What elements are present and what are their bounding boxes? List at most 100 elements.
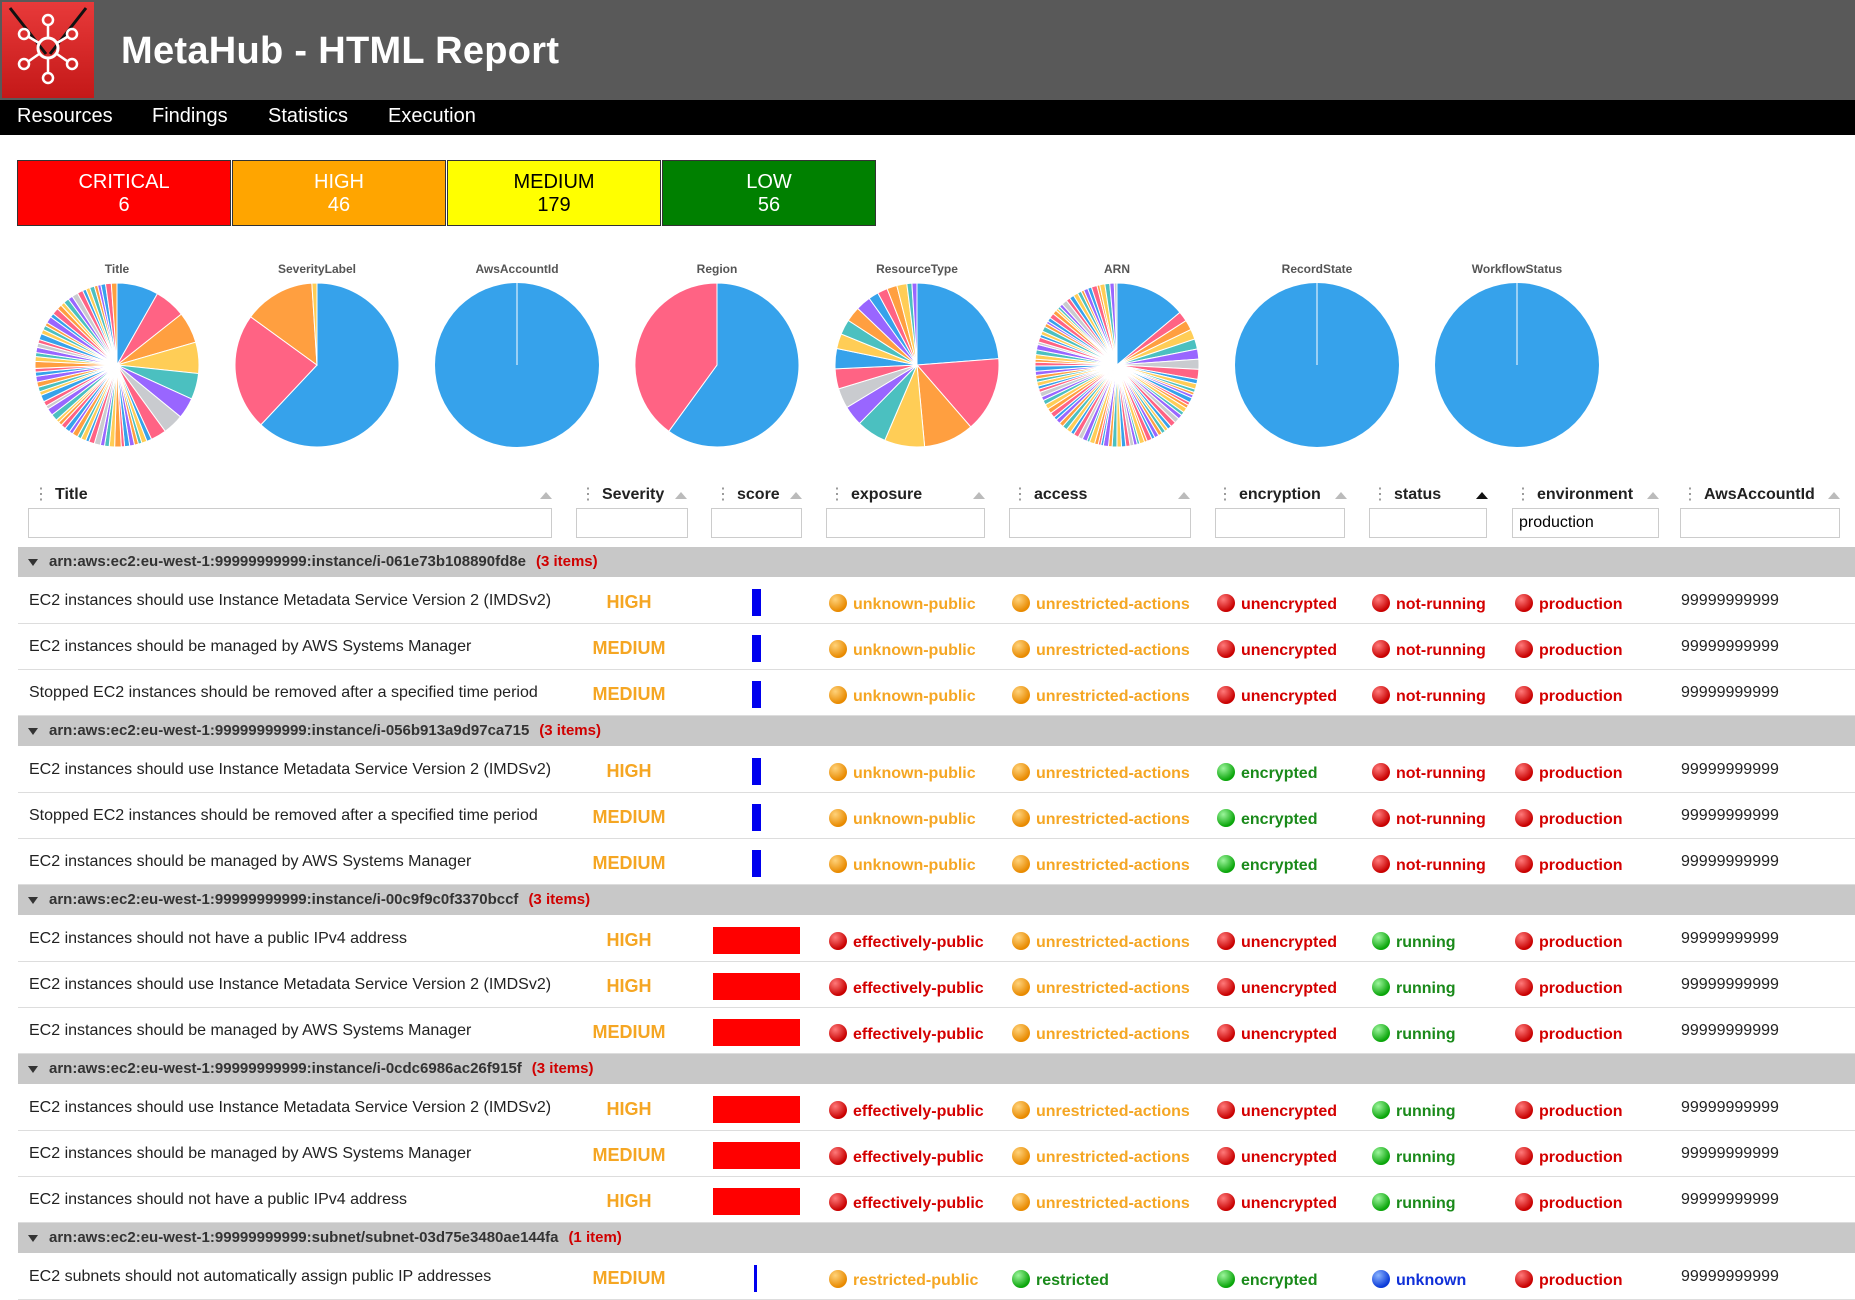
nav-findings[interactable]: Findings xyxy=(152,105,228,128)
filter-environment-input[interactable] xyxy=(1512,508,1659,538)
metahub-logo-icon[interactable] xyxy=(2,2,94,98)
table-row[interactable]: Stopped EC2 instances should be removed … xyxy=(18,670,1855,716)
filter-awsaccountid-input[interactable] xyxy=(1680,508,1840,538)
column-header-access[interactable]: ⋮ access xyxy=(1012,484,1087,504)
collapse-caret-icon[interactable] xyxy=(28,559,38,566)
table-row[interactable]: EC2 instances should not have a public I… xyxy=(18,1177,1855,1223)
severity-box-low[interactable]: LOW 56 xyxy=(662,160,876,226)
drag-handle-icon[interactable]: ⋮ xyxy=(1682,486,1698,503)
table-row[interactable]: EC2 instances should use Instance Metada… xyxy=(18,962,1855,1008)
group-row[interactable]: arn:aws:ec2:eu-west-1:99999999999:instan… xyxy=(18,547,1855,577)
status-dot-icon xyxy=(1515,686,1533,704)
drag-handle-icon[interactable]: ⋮ xyxy=(1217,486,1233,503)
status-badge: unknown xyxy=(1372,1270,1466,1290)
filter-exposure-input[interactable] xyxy=(826,508,985,538)
table-row[interactable]: EC2 instances should not have a public I… xyxy=(18,916,1855,962)
table-row[interactable]: Stopped EC2 instances should be removed … xyxy=(18,793,1855,839)
collapse-caret-icon[interactable] xyxy=(28,897,38,904)
account-id: 99999999999 xyxy=(1681,638,1779,655)
status-dot-icon xyxy=(829,932,847,950)
status-badge: running xyxy=(1372,1024,1456,1044)
pie-chart-resourcetype: ResourceType xyxy=(822,262,1012,450)
severity-label: HIGH xyxy=(314,171,364,193)
access-value: unrestricted-actions xyxy=(1036,688,1190,705)
table-row[interactable]: EC2 instances should be managed by AWS S… xyxy=(18,1131,1855,1177)
sort-arrow-icon[interactable] xyxy=(1828,492,1840,499)
sort-arrow-icon[interactable] xyxy=(1476,492,1488,499)
table-row[interactable]: EC2 subnets should not automatically ass… xyxy=(18,1254,1855,1300)
column-header-severity[interactable]: ⋮ Severity xyxy=(580,484,664,504)
status-dot-icon xyxy=(1372,594,1390,612)
account-id: 99999999999 xyxy=(1681,1022,1779,1039)
environment-value: production xyxy=(1539,642,1623,659)
sort-arrow-icon[interactable] xyxy=(1335,492,1347,499)
table-row[interactable]: EC2 instances should be managed by AWS S… xyxy=(18,624,1855,670)
group-row[interactable]: arn:aws:ec2:eu-west-1:99999999999:subnet… xyxy=(18,1223,1855,1253)
status-dot-icon xyxy=(1372,978,1390,996)
sort-arrow-icon[interactable] xyxy=(1178,492,1190,499)
drag-handle-icon[interactable]: ⋮ xyxy=(715,486,731,503)
column-header-exposure[interactable]: ⋮ exposure xyxy=(829,484,922,504)
table-row[interactable]: EC2 instances should use Instance Metada… xyxy=(18,578,1855,624)
pie-svg xyxy=(435,283,599,447)
pie-chart-title: Title xyxy=(22,262,212,450)
drag-handle-icon[interactable]: ⋮ xyxy=(33,486,49,503)
environment-badge: production xyxy=(1515,1147,1623,1167)
collapse-caret-icon[interactable] xyxy=(28,728,38,735)
sort-arrow-icon[interactable] xyxy=(540,492,552,499)
sort-arrow-icon[interactable] xyxy=(1647,492,1659,499)
group-arn-text: arn:aws:ec2:eu-west-1:99999999999:instan… xyxy=(49,722,530,739)
severity-box-critical[interactable]: CRITICAL 6 xyxy=(17,160,231,226)
exposure-badge: unknown-public xyxy=(829,640,976,660)
column-header-score[interactable]: ⋮ score xyxy=(715,484,780,504)
drag-handle-icon[interactable]: ⋮ xyxy=(829,486,845,503)
status-badge: not-running xyxy=(1372,855,1486,875)
column-header-label: status xyxy=(1394,486,1442,503)
drag-handle-icon[interactable]: ⋮ xyxy=(1515,486,1531,503)
filter-severity-input[interactable] xyxy=(576,508,688,538)
filter-score-input[interactable] xyxy=(711,508,802,538)
sort-arrow-icon[interactable] xyxy=(973,492,985,499)
sort-arrow-icon[interactable] xyxy=(790,492,802,499)
column-header-environment[interactable]: ⋮ environment xyxy=(1515,484,1633,504)
status-dot-icon xyxy=(1372,686,1390,704)
filter-access-input[interactable] xyxy=(1009,508,1191,538)
collapse-caret-icon[interactable] xyxy=(28,1066,38,1073)
column-header-awsaccountid[interactable]: ⋮ AwsAccountId xyxy=(1682,484,1815,504)
nav-execution[interactable]: Execution xyxy=(388,105,476,128)
group-row[interactable]: arn:aws:ec2:eu-west-1:99999999999:instan… xyxy=(18,716,1855,746)
table-row[interactable]: EC2 instances should be managed by AWS S… xyxy=(18,1008,1855,1054)
status-value: not-running xyxy=(1396,765,1486,782)
drag-handle-icon[interactable]: ⋮ xyxy=(580,486,596,503)
nav-statistics[interactable]: Statistics xyxy=(268,105,348,128)
drag-handle-icon[interactable]: ⋮ xyxy=(1012,486,1028,503)
sort-arrow-icon[interactable] xyxy=(675,492,687,499)
environment-badge: production xyxy=(1515,809,1623,829)
group-row[interactable]: arn:aws:ec2:eu-west-1:99999999999:instan… xyxy=(18,885,1855,915)
filter-encryption-input[interactable] xyxy=(1215,508,1345,538)
filter-title-input[interactable] xyxy=(28,508,552,538)
column-header-title[interactable]: ⋮ Title xyxy=(33,484,88,504)
table-row[interactable]: EC2 instances should use Instance Metada… xyxy=(18,1085,1855,1131)
nav-resources[interactable]: Resources xyxy=(17,105,113,128)
group-row[interactable]: arn:aws:ec2:eu-west-1:99999999999:instan… xyxy=(18,1054,1855,1084)
status-badge: not-running xyxy=(1372,686,1486,706)
column-header-status[interactable]: ⋮ status xyxy=(1372,484,1441,504)
severity-box-high[interactable]: HIGH 46 xyxy=(232,160,446,226)
collapse-caret-icon[interactable] xyxy=(28,1235,38,1242)
drag-handle-icon[interactable]: ⋮ xyxy=(1372,486,1388,503)
status-dot-icon xyxy=(1515,1024,1533,1042)
status-dot-icon xyxy=(829,855,847,873)
status-value: running xyxy=(1396,1195,1456,1212)
encryption-badge: unencrypted xyxy=(1217,594,1337,614)
encryption-value: unencrypted xyxy=(1241,1103,1338,1120)
severity-box-medium[interactable]: MEDIUM 179 xyxy=(447,160,661,226)
table-row[interactable]: EC2 instances should be managed by AWS S… xyxy=(18,839,1855,885)
group-arn: arn:aws:ec2:eu-west-1:99999999999:instan… xyxy=(49,1054,593,1084)
column-header-encryption[interactable]: ⋮ encryption xyxy=(1217,484,1321,504)
filter-status-input[interactable] xyxy=(1369,508,1487,538)
access-badge: unrestricted-actions xyxy=(1012,640,1190,660)
access-value: unrestricted-actions xyxy=(1036,765,1190,782)
status-dot-icon xyxy=(1217,1193,1235,1211)
table-row[interactable]: EC2 instances should use Instance Metada… xyxy=(18,747,1855,793)
